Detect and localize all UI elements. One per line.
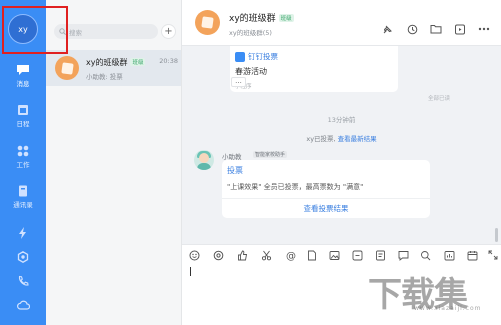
nav-item-contacts[interactable]: 通讯录	[0, 185, 46, 209]
nav-item-settings[interactable]	[0, 251, 46, 263]
watermark: 下载集 www.xiazaiji.com	[368, 267, 496, 315]
group-logo-icon	[55, 56, 79, 80]
text-cursor	[190, 267, 191, 276]
class-badge: 班级	[278, 14, 294, 22]
vote-result-card[interactable]: 投票 "上课效果" 全员已投票，最高票数为 "满意" 查看投票结果	[222, 160, 430, 218]
conversation-name: xy的班级群 班级	[86, 57, 146, 68]
watermark-url: www.xiazaiji.com	[414, 305, 482, 312]
folder-icon[interactable]	[428, 21, 444, 37]
nav-item-cloud[interactable]	[0, 300, 46, 310]
assistant-avatar[interactable]	[194, 150, 214, 170]
chat-subtitle: xy的班级群(5)	[229, 29, 272, 37]
expand-icon[interactable]	[487, 249, 499, 261]
nav-item-lightning[interactable]	[0, 227, 46, 239]
vote-miniprogram-card[interactable]: 钉钉投票 春游活动 小程序	[230, 46, 398, 92]
thumbs-up-icon[interactable]	[236, 249, 248, 261]
search-history-icon[interactable]	[419, 249, 431, 261]
chat-title: xy的班级群 班级	[229, 11, 294, 24]
system-message: xy已投票, 查看最新结果	[182, 133, 501, 143]
video-icon[interactable]	[452, 21, 468, 37]
nav-label: 消息	[16, 80, 30, 88]
view-vote-result-link[interactable]: 查看投票结果	[222, 203, 430, 214]
group-logo-icon[interactable]	[195, 10, 220, 35]
image-icon[interactable]	[328, 249, 340, 261]
svg-text:@: @	[286, 251, 296, 261]
scissors-icon[interactable]	[260, 249, 272, 261]
phone-icon	[18, 275, 29, 286]
mention-icon[interactable]	[212, 249, 224, 261]
badge-label: 钉钉投票	[248, 52, 278, 61]
more-icon[interactable]	[476, 21, 492, 37]
pin-icon[interactable]	[379, 21, 395, 37]
nav-item-work[interactable]: 工作	[0, 145, 46, 169]
plus-icon: +	[164, 26, 173, 37]
chat-icon	[17, 65, 29, 75]
emoji-icon[interactable]	[188, 249, 200, 261]
lightning-icon	[19, 227, 26, 239]
settings-icon	[17, 251, 29, 263]
reply-icon[interactable]	[351, 249, 363, 261]
apps-icon	[17, 145, 29, 157]
view-latest-result-link[interactable]: 查看最新结果	[338, 135, 377, 143]
calendar-icon[interactable]	[466, 249, 478, 261]
nav-label: 通讯录	[13, 201, 33, 209]
vote-card-description: "上课效果" 全员已投票，最高票数为 "满意"	[227, 183, 364, 191]
conversation-title: xy的班级群	[86, 58, 128, 67]
scrollbar[interactable]	[495, 228, 498, 242]
conversation-time: 20:38	[159, 57, 178, 65]
message-more-button[interactable]: ...	[231, 77, 246, 87]
at-icon[interactable]: @	[284, 249, 296, 261]
dingtalk-icon	[235, 51, 245, 62]
search-placeholder: 搜索	[69, 28, 82, 37]
assistant-tag: 智能家校助手	[253, 151, 288, 158]
vote-card-title: 投票	[227, 166, 243, 175]
add-button[interactable]: +	[161, 24, 176, 39]
search-input[interactable]: 搜索	[54, 24, 158, 39]
poll-icon[interactable]	[443, 249, 455, 261]
nav-label: 工作	[16, 161, 30, 169]
time-separator: 13分钟前	[327, 116, 356, 124]
dingtalk-vote-badge: 钉钉投票	[235, 51, 278, 62]
contacts-icon	[19, 185, 27, 197]
conversation-preview: 小助教: 投票	[86, 73, 123, 81]
calendar-icon	[18, 105, 28, 115]
clock-icon[interactable]	[404, 21, 420, 37]
conversation-item[interactable]: xy的班级群 班级 小助教: 投票 20:38	[46, 50, 181, 86]
file-icon[interactable]	[306, 249, 318, 261]
chat-header: xy的班级群 班级 xy的班级群(5)	[182, 0, 501, 46]
system-text: xy已投票,	[306, 135, 336, 143]
class-badge: 班级	[130, 58, 146, 66]
nav-item-calendar[interactable]: 日程	[0, 104, 46, 128]
nav-label: 日程	[16, 120, 30, 128]
chat-title-text: xy的班级群	[229, 14, 276, 24]
message-icon[interactable]	[397, 249, 409, 261]
note-icon[interactable]	[374, 249, 386, 261]
cloud-icon	[16, 300, 30, 310]
nav-item-messages[interactable]: 消息	[0, 64, 46, 88]
divider	[222, 198, 430, 199]
read-status: 全部已读	[428, 96, 451, 102]
nav-item-phone[interactable]	[0, 275, 46, 287]
highlight-box	[2, 6, 68, 54]
activity-name: 春游活动	[235, 67, 267, 76]
